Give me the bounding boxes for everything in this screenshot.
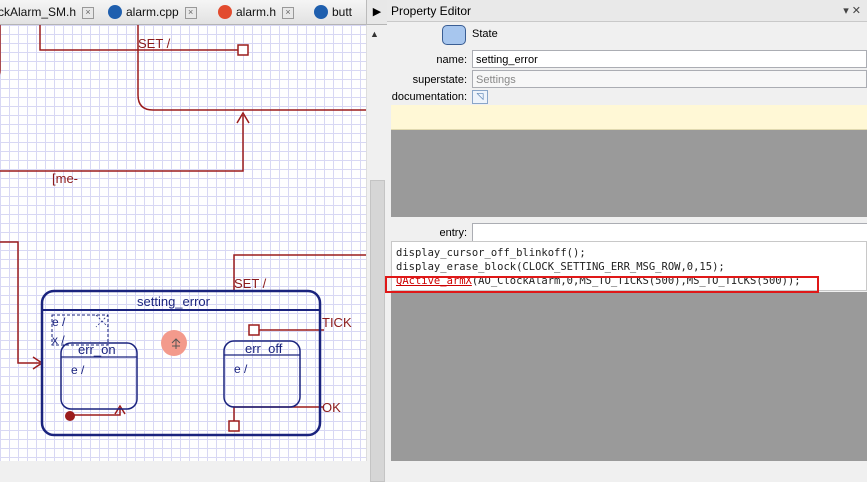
settings-state-border <box>137 25 366 111</box>
documentation-editor[interactable] <box>391 105 867 130</box>
tab-clockalarm-sm-h[interactable]: ckAlarm_SM.h × <box>0 2 95 22</box>
initial-pseudostate[interactable] <box>65 411 75 421</box>
editor-tab-bar: ckAlarm_SM.h × alarm.cpp × alarm.h × butt <box>0 0 366 25</box>
err-on-entry-label[interactable]: e / <box>71 363 84 377</box>
header-file-icon <box>218 4 232 19</box>
cpp-file-icon <box>108 4 122 19</box>
guard-label[interactable]: [me- <box>52 171 78 186</box>
panel-title: Property Editor <box>391 4 472 18</box>
set-transition-label[interactable]: SET / <box>138 36 170 51</box>
tab-label: butt <box>332 5 353 19</box>
property-editor-header: Property Editor ▾ ✕ <box>387 0 867 22</box>
err-on-title[interactable]: err_on <box>78 342 116 357</box>
cpp-file-icon <box>314 4 328 19</box>
set-transition-label-mid[interactable]: SET / <box>234 276 266 291</box>
tick-transition-label[interactable]: TICK <box>322 315 352 330</box>
entry-label: entry: <box>439 227 467 239</box>
state-type-icon <box>442 25 466 45</box>
tab-close-icon[interactable]: × <box>82 6 95 19</box>
scroll-up-icon[interactable]: ▲ <box>370 29 379 39</box>
property-editor-panel: Property Editor ▾ ✕ State name: setting_… <box>387 0 867 461</box>
documentation-expand-icon[interactable]: ◹ <box>472 90 488 104</box>
tab-alarm-cpp[interactable]: alarm.cpp × <box>108 2 197 22</box>
panel-controls-icon[interactable]: ▾ ✕ <box>843 0 861 22</box>
tab-alarm-h[interactable]: alarm.h × <box>218 2 295 22</box>
code-line: display_erase_block(CLOCK_SETTING_ERR_MS… <box>396 261 725 273</box>
ok-transition-handle[interactable] <box>228 420 240 432</box>
superstate-label: superstate: <box>412 74 467 86</box>
incoming-transition-line[interactable] <box>0 241 40 364</box>
highlight-box <box>385 276 819 293</box>
documentation-area[interactable] <box>391 105 867 217</box>
documentation-label: documentation: <box>391 91 467 103</box>
cursor-highlight <box>161 330 187 356</box>
element-kind-label: State <box>472 28 498 40</box>
superstate-field[interactable]: Settings <box>472 70 867 88</box>
tab-scroll-right-icon[interactable]: ▶ <box>366 0 387 25</box>
state-diagram-canvas[interactable]: SET / [me- SET / setting_error e / x / e… <box>0 25 366 461</box>
tab-close-icon[interactable]: × <box>282 6 295 19</box>
ok-transition-line[interactable] <box>233 406 324 428</box>
ok-transition-label[interactable]: OK <box>322 400 341 415</box>
entry-field[interactable] <box>472 223 867 243</box>
code-editor-empty-area <box>391 292 867 461</box>
canvas-vertical-scrollbar[interactable]: ▲ <box>366 25 387 482</box>
name-label: name: <box>436 54 467 66</box>
tab-label: alarm.cpp <box>126 5 179 19</box>
diagram-svg <box>0 25 366 437</box>
err-off-title[interactable]: err_off <box>245 341 282 356</box>
name-field[interactable]: setting_error <box>472 50 867 68</box>
tab-butt[interactable]: butt <box>314 2 352 22</box>
exit-action-label[interactable]: x / <box>52 333 65 347</box>
err-off-entry-label[interactable]: e / <box>234 362 247 376</box>
scrollbar-thumb[interactable] <box>370 180 385 482</box>
guard-transition-line[interactable] <box>0 115 244 172</box>
transition-handle[interactable] <box>237 44 249 56</box>
entry-action-label[interactable]: e / <box>52 315 65 329</box>
tab-close-icon[interactable]: × <box>184 6 197 19</box>
state-title[interactable]: setting_error <box>137 294 210 309</box>
tab-label: alarm.h <box>236 5 277 19</box>
tick-transition-handle[interactable] <box>248 324 260 336</box>
selection-marker <box>95 314 109 328</box>
tab-label: ckAlarm_SM.h <box>0 5 77 19</box>
code-line: display_cursor_off_blinkoff(); <box>396 247 586 259</box>
